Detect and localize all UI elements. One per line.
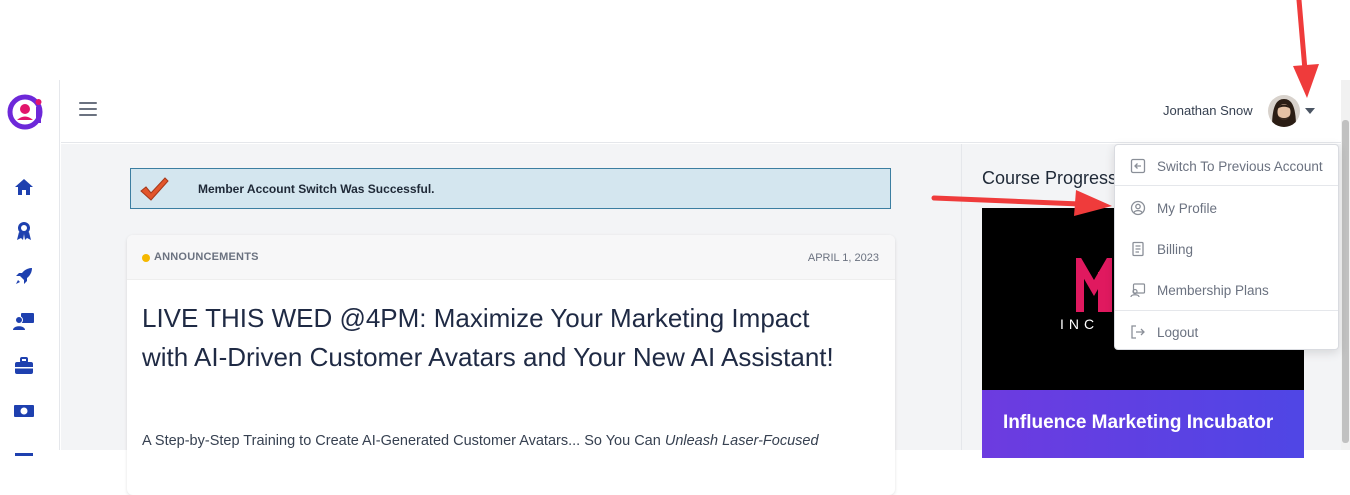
post-date: APRIL 1, 2023 <box>807 252 879 264</box>
menu-toggle-icon[interactable] <box>79 102 97 118</box>
more-nav-icon <box>15 453 33 456</box>
sidebar <box>0 80 60 456</box>
menu-item-label: Logout <box>1157 325 1199 340</box>
menu-item-label: Membership Plans <box>1157 283 1269 298</box>
menu-item-my-profile[interactable]: My Profile <box>1115 187 1338 227</box>
profile-icon <box>1130 200 1146 216</box>
briefcase-icon <box>15 357 33 374</box>
course-title[interactable]: Influence Marketing Incubator <box>1003 412 1273 434</box>
nav-training[interactable] <box>12 310 36 332</box>
avatar[interactable] <box>1268 95 1300 127</box>
course-logo-text: INC <box>1060 316 1100 332</box>
logout-icon <box>1131 325 1145 339</box>
excerpt-text: A Step-by-Step Training to Create AI-Gen… <box>142 433 665 449</box>
nav-home[interactable] <box>12 176 36 198</box>
excerpt-italic: Unleash Laser-Focused <box>664 433 819 449</box>
menu-item-label: Billing <box>1157 242 1194 257</box>
menu-item-label: Switch To Previous Account <box>1157 159 1323 174</box>
page-scrollbar[interactable] <box>1341 80 1350 450</box>
switch-account-icon <box>1130 158 1146 174</box>
membership-icon <box>1130 283 1146 298</box>
scrollbar-thumb[interactable] <box>1342 120 1349 443</box>
menu-divider <box>1115 185 1338 186</box>
home-icon <box>15 179 33 195</box>
main-content: Member Account Switch Was Successful. AN… <box>61 144 961 495</box>
post-category[interactable]: ANNOUNCEMENTS <box>154 251 259 263</box>
chevron-down-icon[interactable] <box>1305 108 1315 114</box>
success-alert: Member Account Switch Was Successful. <box>130 168 891 209</box>
user-name[interactable]: Jonathan Snow <box>1163 103 1253 118</box>
user-dropdown-menu: Switch To Previous Account My Profile Bi… <box>1114 144 1339 350</box>
billing-icon <box>1132 241 1144 257</box>
card-header: ANNOUNCEMENTS APRIL 1, 2023 <box>127 235 895 280</box>
status-dot-icon <box>142 254 150 262</box>
nav-tools[interactable] <box>12 355 36 377</box>
course-banner: Influence Marketing Incubator <box>982 390 1304 458</box>
rocket-icon <box>16 268 32 284</box>
brand-logo[interactable] <box>7 93 45 131</box>
nav-earnings[interactable] <box>12 400 36 422</box>
alert-message: Member Account Switch Was Successful. <box>198 182 435 196</box>
menu-item-billing[interactable]: Billing <box>1115 228 1338 268</box>
menu-item-membership-plans[interactable]: Membership Plans <box>1115 269 1338 309</box>
nav-launch[interactable] <box>12 265 36 287</box>
money-icon <box>14 405 34 417</box>
user-screen-icon <box>13 313 34 330</box>
course-progress-heading: Course Progress <box>982 168 1118 188</box>
announcement-card[interactable]: ANNOUNCEMENTS APRIL 1, 2023 LIVE THIS WE… <box>127 235 895 495</box>
post-title[interactable]: LIVE THIS WED @4PM: Maximize Your Market… <box>142 299 862 377</box>
menu-item-switch-account[interactable]: Switch To Previous Account <box>1115 145 1338 185</box>
nav-more[interactable] <box>12 440 36 462</box>
award-icon <box>17 222 31 240</box>
menu-item-logout[interactable]: Logout <box>1115 311 1338 351</box>
post-excerpt: A Step-by-Step Training to Create AI-Gen… <box>142 433 882 449</box>
top-header: Jonathan Snow <box>61 80 1341 143</box>
nav-achievements[interactable] <box>12 220 36 242</box>
menu-item-label: My Profile <box>1157 201 1218 216</box>
checkmark-icon <box>140 177 169 201</box>
